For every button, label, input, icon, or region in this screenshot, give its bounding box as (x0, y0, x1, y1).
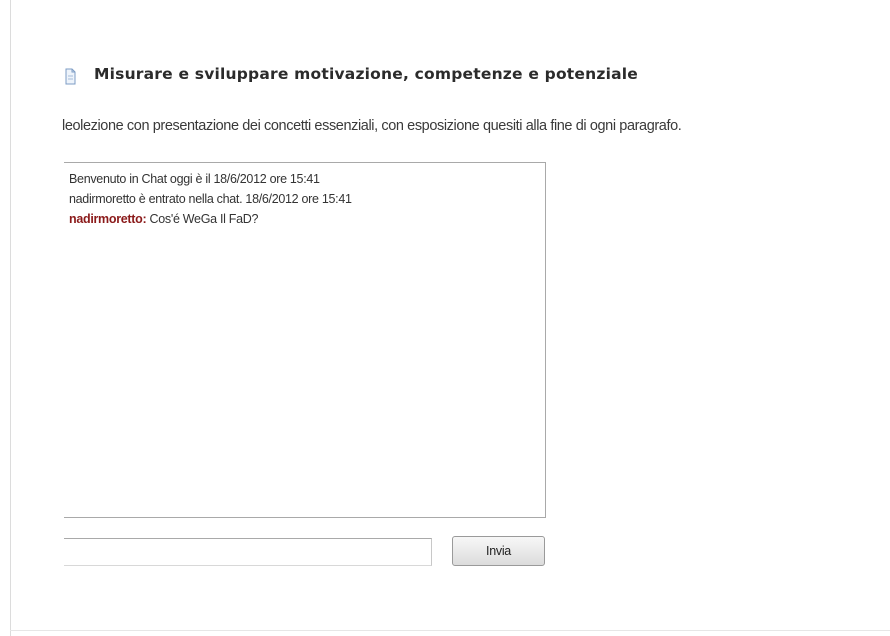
chat-message: nadirmoretto è entrato nella chat. 18/6/… (69, 189, 545, 209)
page: Misurare e sviluppare motivazione, compe… (0, 0, 890, 636)
chat-username: nadirmoretto: (69, 212, 147, 226)
chat-message-text: nadirmoretto è entrato nella chat. 18/6/… (69, 192, 352, 206)
send-button[interactable]: Invia (452, 536, 545, 566)
lesson-description: leolezione con presentazione dei concett… (62, 118, 682, 134)
bottom-divider (10, 630, 890, 631)
chat-log[interactable]: Benvenuto in Chat oggi è il 18/6/2012 or… (64, 162, 546, 518)
page-title: Misurare e sviluppare motivazione, compe… (94, 65, 638, 83)
left-divider (10, 0, 11, 636)
chat-message: nadirmoretto: Cos'é WeGa Il FaD? (69, 209, 545, 229)
chat-message-text: Benvenuto in Chat oggi è il 18/6/2012 or… (69, 172, 320, 186)
document-icon (64, 68, 76, 86)
message-input[interactable] (64, 538, 432, 566)
lesson-header: Misurare e sviluppare motivazione, compe… (64, 62, 638, 86)
chat-message-text: Cos'é WeGa Il FaD? (146, 212, 259, 226)
chat-message: Benvenuto in Chat oggi è il 18/6/2012 or… (69, 169, 545, 189)
